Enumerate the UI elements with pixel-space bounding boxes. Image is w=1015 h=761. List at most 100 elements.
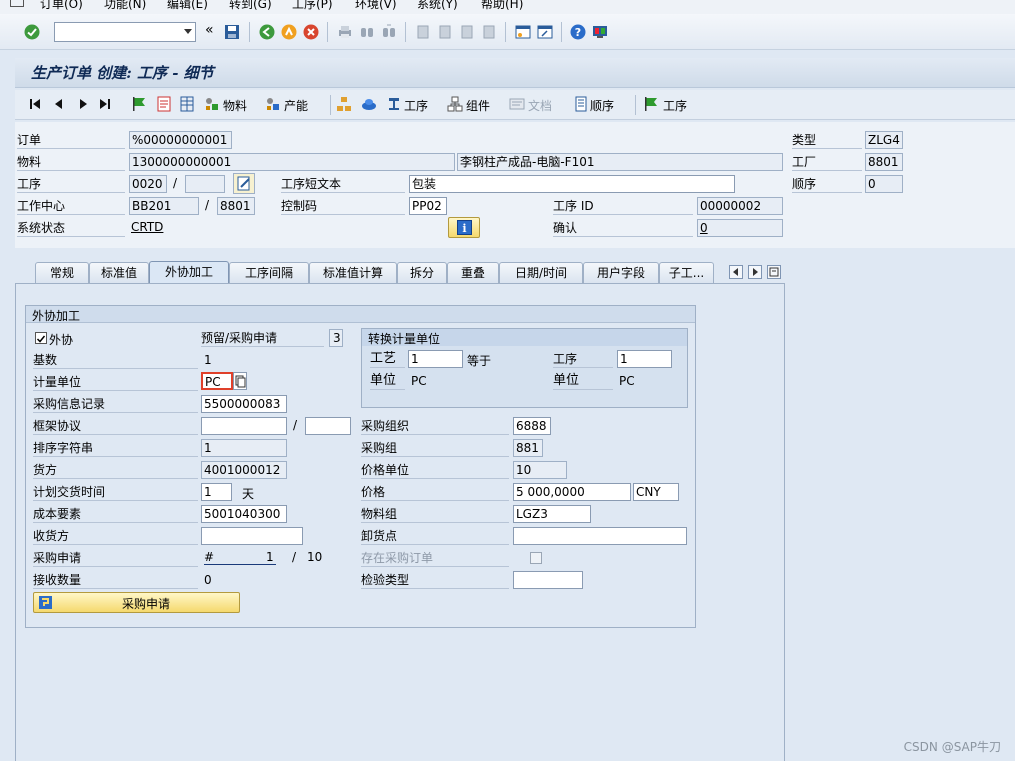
menu-environment[interactable]: 环境(V) (355, 0, 397, 12)
first-page-icon[interactable] (415, 24, 431, 40)
menu-help[interactable]: 帮助(H) (481, 0, 523, 12)
system-menu-icon[interactable] (10, 0, 24, 7)
control-key-field[interactable]: PP02 (409, 197, 447, 215)
tab-sub-operations[interactable]: 子工... (659, 262, 714, 284)
tab-std-value-calc[interactable]: 标准值计算 (309, 262, 397, 284)
currency-field[interactable]: CNY (633, 483, 679, 501)
table-icon[interactable] (179, 96, 195, 112)
find-next-icon[interactable] (381, 24, 397, 40)
tab-splitting[interactable]: 拆分 (397, 262, 447, 284)
operation-flag-icon[interactable] (643, 96, 659, 112)
operation-overview-button[interactable]: 工序 (663, 97, 687, 114)
capacity-icon[interactable] (265, 96, 281, 112)
purchase-req-item[interactable]: 1 (266, 550, 274, 564)
recipient-field[interactable] (201, 527, 303, 545)
component-button[interactable]: 组件 (466, 97, 490, 114)
subcontracting-checkbox[interactable] (35, 332, 47, 344)
material-group-field[interactable]: LGZ3 (513, 505, 591, 523)
work-center-plant-field[interactable]: 8801 (217, 197, 255, 215)
tab-standard-values[interactable]: 标准值 (89, 262, 149, 284)
check-list-icon[interactable] (156, 96, 172, 112)
material-button[interactable]: 物料 (223, 97, 247, 114)
chevron-down-icon[interactable] (184, 29, 192, 34)
status-info-button[interactable]: i (448, 217, 480, 238)
operation-field[interactable]: 0020 (129, 175, 167, 193)
op-short-text-field[interactable]: 包装 (409, 175, 735, 193)
tab-user-fields[interactable]: 用户字段 (583, 262, 659, 284)
system-status-link[interactable]: CRTD (131, 220, 163, 234)
sequence-field[interactable]: 0 (865, 175, 903, 193)
previous-page-icon[interactable] (437, 24, 453, 40)
sequence-button[interactable]: 顺序 (590, 97, 614, 114)
purchase-req-number[interactable]: # (204, 550, 214, 564)
tab-overlapping[interactable]: 重叠 (447, 262, 499, 284)
tab-list-button[interactable] (767, 265, 781, 279)
edit-long-text-button[interactable] (233, 173, 255, 194)
tab-dates[interactable]: 日期/时间 (499, 262, 583, 284)
material-field[interactable]: 1300000000001 (129, 153, 455, 171)
menu-goto[interactable]: 转到(G) (229, 0, 272, 12)
delivery-time-field[interactable]: 1 (201, 483, 232, 501)
menu-operation[interactable]: 工序(P) (292, 0, 333, 12)
next-record-icon[interactable] (77, 98, 89, 110)
operation-unit-field[interactable]: 1 (617, 350, 672, 368)
exit-icon[interactable] (281, 24, 297, 40)
operation-id-field[interactable]: 00000002 (697, 197, 783, 215)
capacity-button[interactable]: 产能 (284, 97, 308, 114)
confirmation-field[interactable]: 0 (697, 219, 783, 237)
unit-field[interactable]: PC (201, 372, 233, 390)
plant-field[interactable]: 8801 (865, 153, 903, 171)
help-icon[interactable]: ? (570, 24, 586, 40)
tab-scroll-left[interactable] (729, 265, 743, 279)
process-field[interactable]: 1 (408, 350, 463, 368)
tab-scroll-right[interactable] (748, 265, 762, 279)
tab-subcontracting[interactable]: 外协加工 (149, 261, 229, 285)
pr-field[interactable]: 3 (329, 329, 343, 347)
unit-search-help[interactable] (233, 372, 247, 390)
menu-order[interactable]: 订单(O) (40, 0, 83, 12)
sub-operation-field[interactable] (185, 175, 225, 193)
price-unit-field[interactable]: 10 (513, 461, 567, 479)
purch-group-field[interactable]: 881 (513, 439, 543, 457)
type-field[interactable]: ZLG4 (865, 131, 903, 149)
confirmation-link[interactable]: 0 (700, 221, 708, 235)
print-icon[interactable] (337, 24, 353, 40)
menu-system[interactable]: 系统(Y) (417, 0, 458, 12)
create-session-icon[interactable] (515, 24, 531, 40)
collapse-icon[interactable]: « (205, 22, 214, 38)
material-description-field[interactable]: 李钢柱产成品-电脑-F101 (457, 153, 783, 171)
outline-agreement-field[interactable] (201, 417, 287, 435)
menu-edit[interactable]: 编辑(E) (167, 0, 208, 12)
last-page-icon[interactable] (481, 24, 497, 40)
operation-icon[interactable] (386, 96, 402, 112)
enter-icon[interactable] (24, 24, 40, 40)
shortcut-icon[interactable] (537, 24, 553, 40)
component-icon[interactable] (447, 96, 463, 112)
find-icon[interactable] (359, 24, 375, 40)
first-record-icon[interactable] (29, 98, 41, 110)
back-icon[interactable] (259, 24, 275, 40)
inspection-type-field[interactable] (513, 571, 583, 589)
cancel-icon[interactable] (303, 24, 319, 40)
flag-icon[interactable] (131, 96, 147, 112)
work-center-field[interactable]: BB201 (129, 197, 199, 215)
last-record-icon[interactable] (99, 98, 111, 110)
previous-record-icon[interactable] (53, 98, 65, 110)
tab-general[interactable]: 常规 (35, 262, 89, 284)
material-icon[interactable] (204, 96, 220, 112)
next-page-icon[interactable] (459, 24, 475, 40)
hierarchy-icon[interactable] (336, 96, 352, 112)
resource-icon[interactable] (361, 96, 377, 112)
cost-element-field[interactable]: 5001040300 (201, 505, 287, 523)
vendor-field[interactable]: 4001000012 (201, 461, 287, 479)
outline-item-field[interactable] (305, 417, 351, 435)
purchase-requisition-button[interactable]: 采购申请 (33, 592, 240, 613)
save-icon[interactable] (224, 24, 240, 40)
order-field[interactable]: %00000000001 (129, 131, 232, 149)
info-record-field[interactable]: 5500000083 (201, 395, 287, 413)
tab-interoperation-times[interactable]: 工序间隔 (229, 262, 309, 284)
menu-function[interactable]: 功能(N) (104, 0, 146, 12)
price-field[interactable]: 5 000,0000 (513, 483, 631, 501)
command-field[interactable] (54, 22, 196, 42)
operation-button[interactable]: 工序 (404, 97, 428, 114)
